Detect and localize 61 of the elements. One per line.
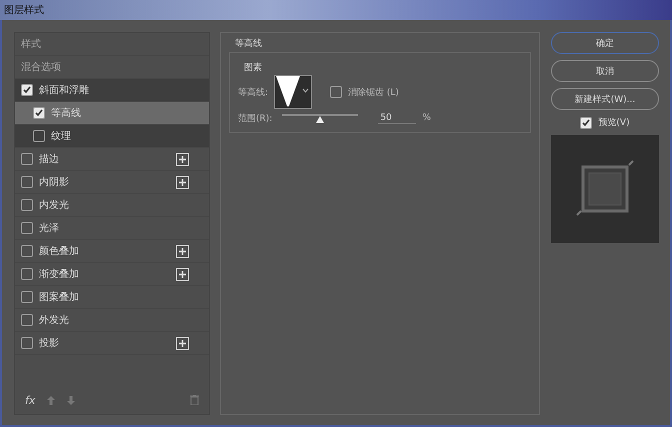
sidebar-item[interactable]: 斜面和浮雕 (15, 79, 209, 102)
checkbox[interactable] (33, 107, 45, 119)
checkbox[interactable] (330, 86, 342, 98)
window-title: 图层样式 (4, 4, 44, 17)
range-field[interactable]: 50 (378, 112, 416, 124)
item-label: 描边 (39, 152, 60, 166)
item-label: 投影 (39, 336, 60, 350)
sidebar-item[interactable]: 外发光 (15, 309, 209, 332)
checkbox[interactable] (21, 153, 33, 165)
item-label: 光泽 (39, 222, 60, 235)
item-label: 纹理 (51, 130, 72, 143)
sidebar-item[interactable]: 内发光 (15, 194, 209, 217)
item-label: 渐变叠加 (39, 268, 80, 281)
checkbox[interactable] (21, 291, 33, 303)
plus-icon[interactable] (176, 336, 189, 350)
plus-icon[interactable] (176, 152, 189, 166)
item-label: 混合选项 (21, 60, 62, 74)
sidebar-item[interactable]: 颜色叠加 (15, 240, 209, 263)
dialog-button[interactable]: 取消 (551, 60, 659, 82)
item-label: 内发光 (39, 198, 70, 212)
checkbox[interactable] (21, 337, 33, 349)
section-title: 等高线 (235, 38, 263, 50)
checkbox[interactable] (21, 176, 33, 188)
item-label: 斜面和浮雕 (39, 84, 90, 97)
checkbox[interactable] (21, 199, 33, 211)
sidebar-item[interactable]: 纹理 (15, 125, 209, 148)
checkbox[interactable] (21, 245, 33, 257)
item-label: 内阴影 (39, 176, 70, 189)
sidebar-item[interactable]: 渐变叠加 (15, 263, 209, 286)
item-label: 等高线 (51, 106, 82, 120)
sidebar-item[interactable]: 样式 (15, 33, 209, 56)
plus-icon[interactable] (176, 268, 189, 280)
group-title: 图素 (244, 63, 262, 73)
checkbox[interactable] (21, 314, 33, 326)
sidebar-item[interactable]: 光泽 (15, 217, 209, 240)
sidebar-item[interactable]: 投影 (15, 332, 209, 355)
contour-picker[interactable] (274, 75, 312, 109)
contour-label: 等高线: (238, 86, 268, 98)
item-label: 颜色叠加 (39, 244, 80, 258)
plus-icon[interactable] (176, 176, 189, 188)
checkbox[interactable] (21, 268, 33, 280)
sidebar-item[interactable]: 图案叠加 (15, 286, 209, 309)
item-label: 图案叠加 (39, 290, 80, 304)
antialias-label: 消除锯齿 (L) (348, 86, 399, 98)
sidebar-item[interactable]: 内阴影 (15, 171, 209, 194)
checkbox[interactable] (33, 130, 45, 142)
checkbox[interactable] (21, 84, 33, 96)
preview-label: 预览(V) (598, 116, 630, 129)
item-label: 外发光 (39, 314, 70, 327)
dialog-button[interactable]: 确定 (551, 32, 659, 54)
item-label: 样式 (21, 38, 42, 51)
percent-label: % (422, 113, 431, 123)
dialog-button[interactable]: 新建样式(W)... (551, 88, 659, 110)
sidebar-item[interactable]: 等高线 (15, 102, 209, 125)
checkbox[interactable] (580, 116, 592, 128)
plus-icon[interactable] (176, 244, 189, 258)
fx-button[interactable]: fx (25, 394, 36, 406)
slider-thumb[interactable] (316, 116, 324, 123)
range-label: 范围(R): (238, 112, 272, 124)
checkbox[interactable] (21, 222, 33, 234)
sidebar-item[interactable]: 描边 (15, 148, 209, 171)
